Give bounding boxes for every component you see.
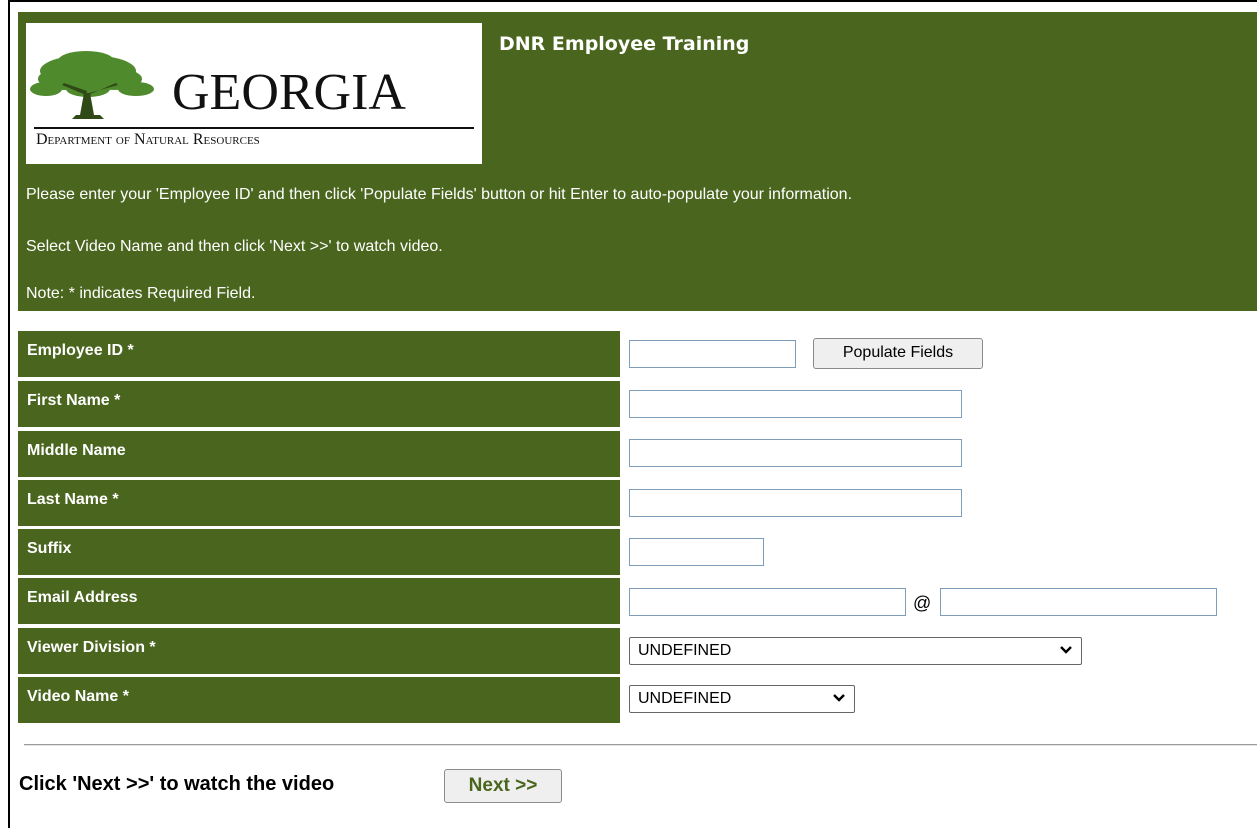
last-name-label: Last Name * xyxy=(18,480,620,526)
middle-name-label: Middle Name xyxy=(18,431,620,477)
viewer-division-label: Viewer Division * xyxy=(18,628,620,674)
suffix-label: Suffix xyxy=(18,529,620,575)
viewer-division-select[interactable]: UNDEFINED xyxy=(629,637,1082,665)
chevron-down-icon xyxy=(1059,642,1073,663)
email-at-sign: @ xyxy=(913,593,932,613)
logo-subtitle: Department of Natural Resources xyxy=(36,131,260,148)
instruction-line: Select Video Name and then click 'Next >… xyxy=(26,238,443,255)
populate-fields-button[interactable]: Populate Fields xyxy=(813,338,983,369)
next-button[interactable]: Next >> xyxy=(444,769,562,803)
page-title: DNR Employee Training xyxy=(499,33,750,55)
middle-name-input[interactable] xyxy=(629,439,962,467)
divider xyxy=(24,744,1257,746)
last-name-input[interactable] xyxy=(629,489,962,517)
video-name-label: Video Name * xyxy=(18,677,620,723)
video-name-value: UNDEFINED xyxy=(638,690,732,707)
viewer-division-value: UNDEFINED xyxy=(638,642,732,659)
first-name-input[interactable] xyxy=(629,390,962,418)
email-domain-input[interactable] xyxy=(940,588,1217,616)
footer-instruction: Click 'Next >>' to watch the video xyxy=(19,773,335,795)
employee-id-input[interactable] xyxy=(629,340,796,368)
required-note: Note: * indicates Required Field. xyxy=(26,285,256,302)
video-name-select[interactable]: UNDEFINED xyxy=(629,685,855,713)
first-name-label: First Name * xyxy=(18,381,620,427)
logo-wordmark: GEORGIA xyxy=(172,64,406,121)
email-label: Email Address xyxy=(18,578,620,624)
chevron-down-icon xyxy=(832,690,846,711)
instruction-line: Please enter your 'Employee ID' and then… xyxy=(26,186,853,203)
georgia-dnr-logo: GEORGIA Department of Natural Resources xyxy=(26,23,482,164)
logo-rule xyxy=(34,127,474,129)
employee-id-label: Employee ID * xyxy=(18,331,620,377)
email-user-input[interactable] xyxy=(629,588,906,616)
suffix-input[interactable] xyxy=(629,538,764,566)
